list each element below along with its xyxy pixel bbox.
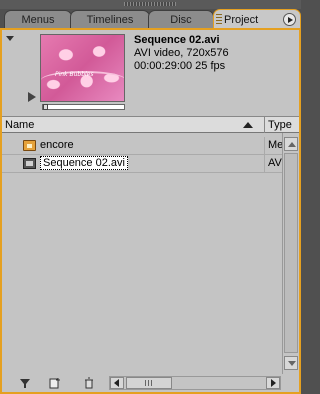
tab-gripper-icon[interactable] (216, 14, 222, 24)
scroll-up-icon[interactable] (284, 137, 298, 151)
collapse-preview-icon[interactable] (6, 36, 14, 41)
tab-menus-label: Menus (21, 13, 55, 26)
filter-icon[interactable] (18, 376, 32, 390)
clip-info: Sequence 02.avi AVI video, 720x576 00:00… (134, 34, 229, 73)
folder-icon (23, 140, 36, 151)
column-name[interactable]: Name (5, 119, 34, 131)
tab-timelines-label: Timelines (86, 13, 134, 26)
panel-grip[interactable] (0, 0, 301, 9)
tab-disc-label: Disc (170, 13, 192, 26)
column-divider (264, 155, 265, 173)
item-label: encore (40, 139, 74, 151)
scroll-down-icon[interactable] (284, 356, 298, 370)
clip-duration: 00:00:29:00 25 fps (134, 60, 226, 72)
horizontal-scroll-thumb[interactable] (126, 377, 172, 389)
tab-menus[interactable]: Menus (4, 10, 72, 28)
tab-project-label: Project (224, 13, 259, 26)
clip-name: Sequence 02.avi (134, 34, 220, 46)
bottom-toolbar (2, 374, 299, 392)
list-item[interactable]: encore Me (2, 137, 284, 155)
clip-format: AVI video, 720x576 (134, 47, 229, 59)
project-list: encore Me Sequence 02.avi AV (2, 133, 284, 374)
new-item-icon[interactable] (48, 376, 62, 390)
preview-scrubber[interactable] (42, 104, 125, 110)
scrubber-knob[interactable] (43, 104, 48, 110)
horizontal-scrollbar[interactable] (109, 376, 281, 390)
vertical-scrollbar[interactable] (282, 133, 299, 374)
sort-ascending-icon[interactable] (243, 122, 253, 128)
avi-file-icon (23, 158, 36, 169)
column-divider (264, 137, 265, 155)
item-type: AV (268, 157, 282, 169)
list-item-selected[interactable]: Sequence 02.avi AV (2, 155, 282, 173)
tab-bar: Menus Timelines Disc Project (0, 9, 301, 29)
column-header: Name Type (2, 116, 299, 133)
item-type: Me (268, 139, 284, 151)
item-label: Sequence 02.avi (40, 156, 128, 170)
tab-disc[interactable]: Disc (148, 10, 214, 28)
thumbnail-text: Pink Bubbles (55, 71, 94, 78)
column-separator[interactable] (264, 117, 265, 133)
panel-menu-icon[interactable] (283, 13, 296, 26)
vertical-scroll-thumb[interactable] (284, 153, 298, 353)
grip-handle[interactable] (124, 2, 176, 6)
column-type[interactable]: Type (268, 119, 292, 131)
tab-timelines[interactable]: Timelines (70, 10, 150, 28)
preview-area: Pink Bubbles Sequence 02.avi AVI video, … (2, 30, 299, 116)
clip-thumbnail: Pink Bubbles (40, 34, 125, 102)
tab-project[interactable]: Project (213, 9, 301, 29)
project-panel: Pink Bubbles Sequence 02.avi AVI video, … (0, 28, 301, 394)
scroll-left-icon[interactable] (110, 377, 124, 389)
trash-icon[interactable] (82, 376, 96, 390)
scroll-right-icon[interactable] (266, 377, 280, 389)
play-icon[interactable] (28, 92, 36, 102)
